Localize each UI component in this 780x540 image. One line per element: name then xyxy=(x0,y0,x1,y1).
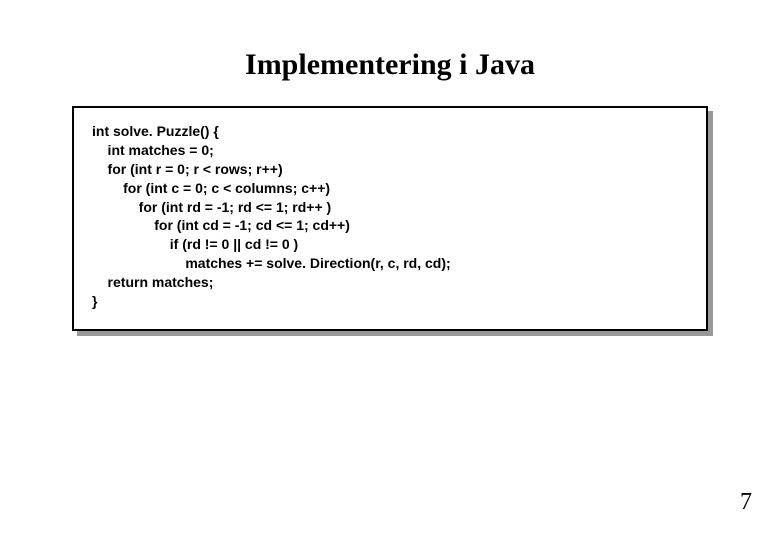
page-number: 7 xyxy=(740,489,752,516)
code-line: return matches; xyxy=(92,273,688,292)
code-block-wrapper: int solve. Puzzle() { int matches = 0; f… xyxy=(72,106,708,331)
code-line: matches += solve. Direction(r, c, rd, cd… xyxy=(92,254,688,273)
code-line: for (int rd = -1; rd <= 1; rd++ ) xyxy=(92,198,688,217)
code-line: } xyxy=(92,292,688,311)
code-line: if (rd != 0 || cd != 0 ) xyxy=(92,235,688,254)
code-line: int solve. Puzzle() { xyxy=(92,122,688,141)
code-line: int matches = 0; xyxy=(92,141,688,160)
code-line: for (int r = 0; r < rows; r++) xyxy=(92,160,688,179)
page-title: Implementering i Java xyxy=(0,0,780,106)
code-line: for (int cd = -1; cd <= 1; cd++) xyxy=(92,216,688,235)
code-line: for (int c = 0; c < columns; c++) xyxy=(92,179,688,198)
code-block: int solve. Puzzle() { int matches = 0; f… xyxy=(72,106,708,331)
